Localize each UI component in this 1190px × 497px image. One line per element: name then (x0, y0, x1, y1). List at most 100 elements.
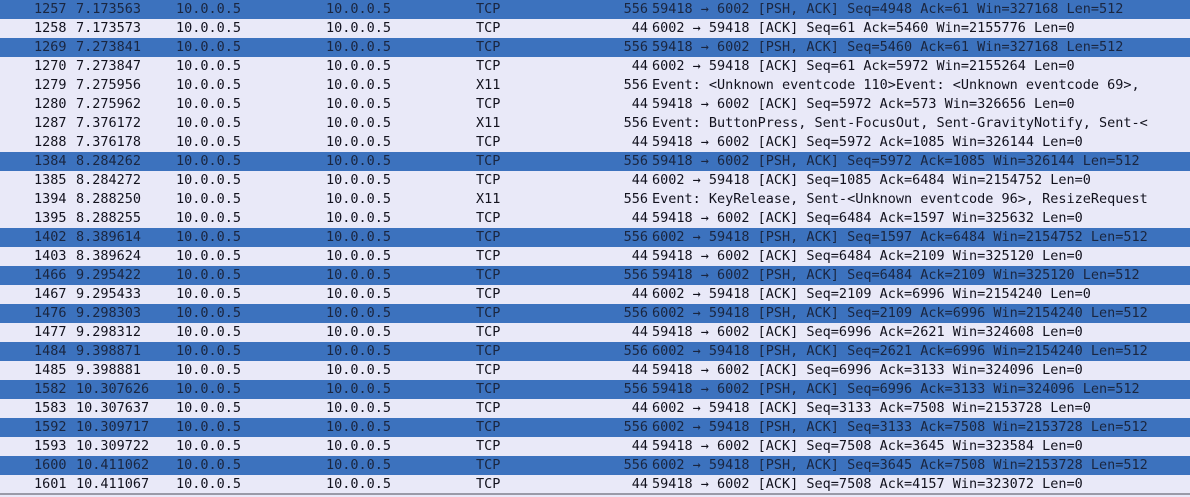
packet-source-cell: 10.0.0.5 (176, 286, 242, 302)
packet-protocol-cell: TCP (476, 229, 501, 245)
packet-number-cell: 1403 (34, 248, 67, 264)
packet-length-cell: 556 (623, 153, 648, 169)
packet-source-cell: 10.0.0.5 (176, 229, 242, 245)
packet-destination-cell: 10.0.0.5 (326, 362, 392, 378)
packet-destination-cell: 10.0.0.5 (326, 343, 392, 359)
packet-row[interactable]: 1287 7.376172 10.0.0.5 10.0.0.5 X11 556 Event:… (0, 114, 1190, 133)
packet-length-cell: 556 (623, 77, 648, 93)
packet-row[interactable]: 1395 8.288255 10.0.0.5 10.0.0.5 TCP 44 59418 →… (0, 209, 1190, 228)
packet-protocol-cell: TCP (476, 58, 501, 74)
packet-length-cell: 556 (623, 457, 648, 473)
packet-time-cell: 7.376172 (76, 115, 142, 131)
packet-length-cell: 44 (631, 438, 648, 454)
packet-source-cell: 10.0.0.5 (176, 115, 242, 131)
packet-protocol-cell: TCP (476, 362, 501, 378)
packet-source-cell: 10.0.0.5 (176, 39, 242, 55)
packet-destination-cell: 10.0.0.5 (326, 58, 392, 74)
packet-row[interactable]: 1279 7.275956 10.0.0.5 10.0.0.5 X11 556 Event:… (0, 76, 1190, 95)
packet-length-cell: 44 (631, 172, 648, 188)
packet-row[interactable]: 1583 10.307637 10.0.0.5 10.0.0.5 TCP 44 6002 →… (0, 399, 1190, 418)
packet-protocol-cell: TCP (476, 305, 501, 321)
packet-time-cell: 9.398871 (76, 343, 142, 359)
packet-source-cell: 10.0.0.5 (176, 324, 242, 340)
packet-destination-cell: 10.0.0.5 (326, 457, 392, 473)
packet-time-cell: 10.411067 (76, 476, 150, 492)
packet-row[interactable]: 1385 8.284272 10.0.0.5 10.0.0.5 TCP 44 6002 → … (0, 171, 1190, 190)
packet-protocol-cell: TCP (476, 286, 501, 302)
packet-info-cell: 6002 → 59418 [ACK] Seq=1085 Ack=6484 Win… (652, 172, 1091, 188)
packet-destination-cell: 10.0.0.5 (326, 476, 392, 492)
packet-source-cell: 10.0.0.5 (176, 343, 242, 359)
packet-row[interactable]: 1403 8.389624 10.0.0.5 10.0.0.5 TCP 44 59418 →… (0, 247, 1190, 266)
packet-info-cell: Event: <Unknown eventcode 110>Event: <Un… (652, 77, 1148, 93)
packet-row[interactable]: 1601 10.411067 10.0.0.5 10.0.0.5 TCP 44 59418 … (0, 475, 1190, 495)
packet-source-cell: 10.0.0.5 (176, 58, 242, 74)
packet-row[interactable]: 1258 7.173573 10.0.0.5 10.0.0.5 TCP 44 6002 → … (0, 19, 1190, 38)
packet-number-cell: 1402 (34, 229, 67, 245)
packet-number-cell: 1593 (34, 438, 67, 454)
packet-row[interactable]: 1270 7.273847 10.0.0.5 10.0.0.5 TCP 44 6002 → … (0, 57, 1190, 76)
packet-source-cell: 10.0.0.5 (176, 457, 242, 473)
packet-info-cell: 59418 → 6002 [PSH, ACK] Seq=5460 Ack=61 … (652, 39, 1124, 55)
packet-time-cell: 9.298312 (76, 324, 142, 340)
packet-row[interactable]: 1600 10.411062 10.0.0.5 10.0.0.5 TCP 556 6002 … (0, 456, 1190, 475)
packet-number-cell: 1258 (34, 20, 67, 36)
packet-row[interactable]: 1582 10.307626 10.0.0.5 10.0.0.5 TCP 556 59418… (0, 380, 1190, 399)
packet-number-cell: 1279 (34, 77, 67, 93)
packet-row[interactable]: 1384 8.284262 10.0.0.5 10.0.0.5 TCP 556 59418 … (0, 152, 1190, 171)
packet-number-cell: 1394 (34, 191, 67, 207)
packet-number-cell: 1600 (34, 457, 67, 473)
packet-info-cell: 59418 → 6002 [ACK] Seq=5972 Ack=573 Win=… (652, 96, 1075, 112)
packet-info-cell: 6002 → 59418 [PSH, ACK] Seq=3645 Ack=750… (652, 457, 1148, 473)
packet-destination-cell: 10.0.0.5 (326, 381, 392, 397)
packet-row[interactable]: 1484 9.398871 10.0.0.5 10.0.0.5 TCP 556 6002 →… (0, 342, 1190, 361)
packet-time-cell: 8.288250 (76, 191, 142, 207)
packet-time-cell: 10.411062 (76, 457, 150, 473)
packet-source-cell: 10.0.0.5 (176, 305, 242, 321)
packet-time-cell: 8.284262 (76, 153, 142, 169)
packet-protocol-cell: TCP (476, 400, 501, 416)
packet-length-cell: 44 (631, 324, 648, 340)
packet-protocol-cell: TCP (476, 343, 501, 359)
packet-time-cell: 8.389624 (76, 248, 142, 264)
packet-number-cell: 1287 (34, 115, 67, 131)
packet-row[interactable]: 1485 9.398881 10.0.0.5 10.0.0.5 TCP 44 59418 →… (0, 361, 1190, 380)
packet-destination-cell: 10.0.0.5 (326, 419, 392, 435)
packet-source-cell: 10.0.0.5 (176, 96, 242, 112)
packet-number-cell: 1583 (34, 400, 67, 416)
packet-info-cell: 6002 → 59418 [ACK] Seq=2109 Ack=6996 Win… (652, 286, 1091, 302)
packet-destination-cell: 10.0.0.5 (326, 324, 392, 340)
packet-protocol-cell: TCP (476, 248, 501, 264)
packet-protocol-cell: TCP (476, 134, 501, 150)
packet-number-cell: 1384 (34, 153, 67, 169)
packet-row[interactable]: 1257 7.173563 10.0.0.5 10.0.0.5 TCP 556 59418 … (0, 0, 1190, 19)
packet-row[interactable]: 1592 10.309717 10.0.0.5 10.0.0.5 TCP 556 6002 … (0, 418, 1190, 437)
packet-destination-cell: 10.0.0.5 (326, 96, 392, 112)
packet-destination-cell: 10.0.0.5 (326, 20, 392, 36)
packet-length-cell: 44 (631, 96, 648, 112)
packet-source-cell: 10.0.0.5 (176, 191, 242, 207)
packet-row[interactable]: 1593 10.309722 10.0.0.5 10.0.0.5 TCP 44 59418 … (0, 437, 1190, 456)
packet-row[interactable]: 1402 8.389614 10.0.0.5 10.0.0.5 TCP 556 6002 →… (0, 228, 1190, 247)
packet-row[interactable]: 1476 9.298303 10.0.0.5 10.0.0.5 TCP 556 6002 →… (0, 304, 1190, 323)
packet-row[interactable]: 1288 7.376178 10.0.0.5 10.0.0.5 TCP 44 59418 →… (0, 133, 1190, 152)
packet-info-cell: 59418 → 6002 [PSH, ACK] Seq=6484 Ack=210… (652, 267, 1140, 283)
packet-length-cell: 44 (631, 210, 648, 226)
packet-protocol-cell: TCP (476, 324, 501, 340)
packet-row[interactable]: 1394 8.288250 10.0.0.5 10.0.0.5 X11 556 Event:… (0, 190, 1190, 209)
packet-number-cell: 1269 (34, 39, 67, 55)
packet-time-cell: 9.295433 (76, 286, 142, 302)
packet-row[interactable]: 1477 9.298312 10.0.0.5 10.0.0.5 TCP 44 59418 →… (0, 323, 1190, 342)
packet-time-cell: 8.288255 (76, 210, 142, 226)
packet-row[interactable]: 1466 9.295422 10.0.0.5 10.0.0.5 TCP 556 59418 … (0, 266, 1190, 285)
packet-row[interactable]: 1280 7.275962 10.0.0.5 10.0.0.5 TCP 44 59418 →… (0, 95, 1190, 114)
packet-row[interactable]: 1269 7.273841 10.0.0.5 10.0.0.5 TCP 556 59418 … (0, 38, 1190, 57)
packet-number-cell: 1395 (34, 210, 67, 226)
packet-length-cell: 556 (623, 191, 648, 207)
packet-info-cell: 6002 → 59418 [PSH, ACK] Seq=2109 Ack=699… (652, 305, 1148, 321)
packet-number-cell: 1485 (34, 362, 67, 378)
packet-row[interactable]: 1467 9.295433 10.0.0.5 10.0.0.5 TCP 44 6002 → … (0, 285, 1190, 304)
packet-info-cell: Event: ButtonPress, Sent-FocusOut, Sent-… (652, 115, 1148, 131)
packet-source-cell: 10.0.0.5 (176, 476, 242, 492)
packet-list[interactable]: 1257 7.173563 10.0.0.5 10.0.0.5 TCP 556 59418 … (0, 0, 1190, 497)
